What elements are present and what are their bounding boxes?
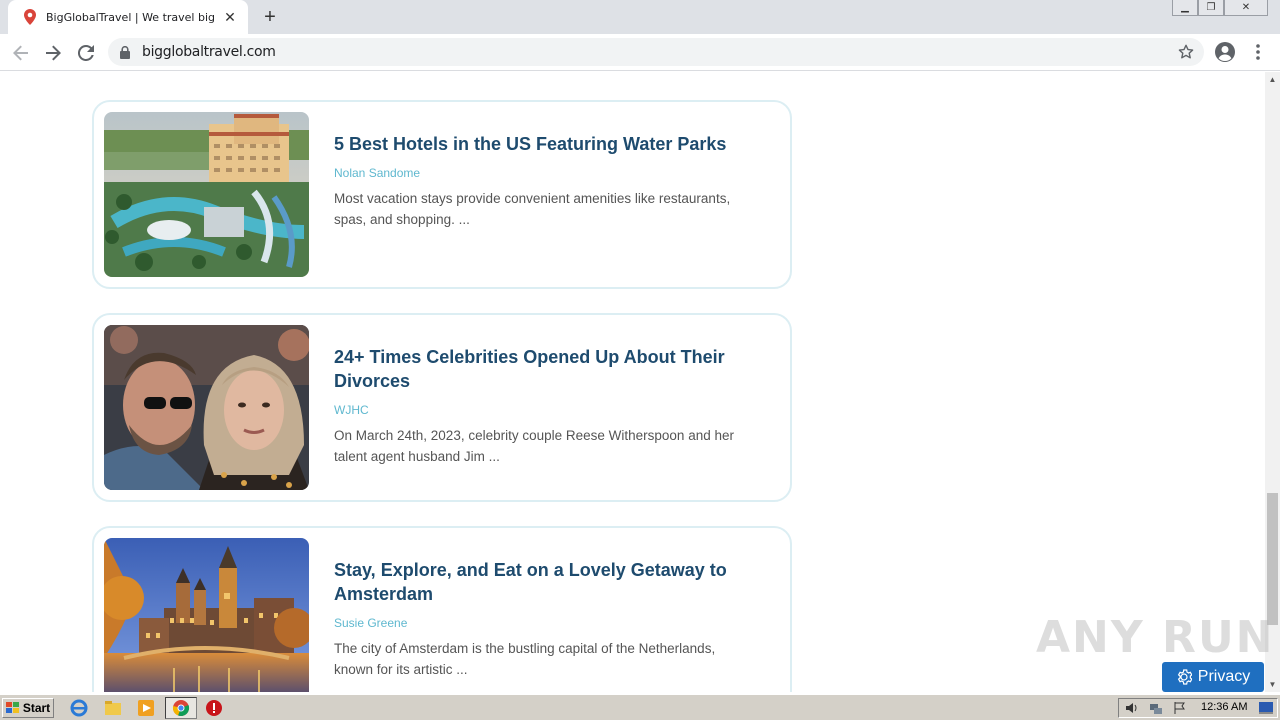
article-excerpt: On March 24th, 2023, celebrity couple Re… bbox=[334, 428, 734, 464]
tab-strip: BigGlobalTravel | We travel big and c ✕ … bbox=[0, 0, 1280, 34]
article-image-celebrities[interactable] bbox=[104, 325, 309, 490]
gear-icon bbox=[1177, 669, 1192, 685]
scroll-down-arrow-icon[interactable]: ▼ bbox=[1265, 677, 1280, 692]
profile-avatar-icon[interactable] bbox=[1214, 41, 1236, 63]
tab-close-icon[interactable]: ✕ bbox=[222, 9, 238, 25]
media-player-icon[interactable] bbox=[137, 699, 155, 717]
vertical-scrollbar[interactable]: ▲ ▼ bbox=[1265, 72, 1280, 692]
address-bar[interactable]: bigglobaltravel.com bbox=[108, 38, 1204, 66]
anyrun-watermark: ANY RUN bbox=[1036, 612, 1275, 663]
chrome-icon bbox=[172, 700, 190, 717]
minimize-button[interactable]: ▁ bbox=[1172, 0, 1198, 16]
window-controls: ▁ ❐ ✕ bbox=[1172, 0, 1268, 16]
browser-toolbar: bigglobaltravel.com bbox=[0, 34, 1280, 71]
scrollbar-thumb[interactable] bbox=[1267, 493, 1278, 625]
browser-menu-icon[interactable] bbox=[1250, 42, 1266, 62]
article-image-waterpark[interactable] bbox=[104, 112, 309, 277]
reload-button[interactable] bbox=[73, 40, 99, 66]
back-arrow-icon bbox=[13, 45, 28, 61]
url-text: bigglobaltravel.com bbox=[142, 44, 276, 60]
article-excerpt: The city of Amsterdam is the bustling ca… bbox=[334, 641, 716, 677]
article-card[interactable]: 5 Best Hotels in the US Featuring Water … bbox=[92, 100, 792, 289]
show-desktop-icon[interactable] bbox=[1259, 702, 1273, 714]
article-image-amsterdam[interactable] bbox=[104, 538, 309, 692]
reload-icon bbox=[78, 45, 94, 61]
privacy-label: Privacy bbox=[1197, 668, 1251, 685]
article-title[interactable]: 5 Best Hotels in the US Featuring Water … bbox=[334, 132, 754, 156]
page-content: 5 Best Hotels in the US Featuring Water … bbox=[0, 72, 1265, 692]
article-title[interactable]: Stay, Explore, and Eat on a Lovely Getaw… bbox=[334, 558, 754, 606]
article-excerpt: Most vacation stays provide convenient a… bbox=[334, 191, 731, 227]
start-button[interactable]: Start bbox=[2, 698, 54, 718]
forward-arrow-icon bbox=[46, 45, 61, 61]
network-icon[interactable] bbox=[1149, 701, 1163, 715]
privacy-button[interactable]: Privacy bbox=[1162, 662, 1264, 692]
browser-tab[interactable]: BigGlobalTravel | We travel big and c ✕ bbox=[8, 0, 248, 34]
article-title[interactable]: 24+ Times Celebrities Opened Up About Th… bbox=[334, 345, 754, 393]
windows-taskbar: Start 12:36 AM bbox=[0, 694, 1280, 720]
article-author[interactable]: WJHC bbox=[334, 403, 369, 417]
flag-icon[interactable] bbox=[1173, 701, 1187, 715]
windows-logo-icon bbox=[5, 702, 19, 713]
stop-sign-icon[interactable] bbox=[205, 699, 223, 717]
article-card[interactable]: Stay, Explore, and Eat on a Lovely Getaw… bbox=[92, 526, 792, 692]
taskbar-clock[interactable]: 12:36 AM bbox=[1201, 701, 1247, 713]
start-label: Start bbox=[22, 701, 51, 715]
lock-icon bbox=[120, 45, 134, 59]
location-pin-icon bbox=[22, 9, 38, 25]
forward-button[interactable] bbox=[40, 40, 66, 66]
article-author[interactable]: Susie Greene bbox=[334, 616, 407, 630]
restore-button[interactable]: ❐ bbox=[1198, 0, 1224, 16]
taskbar-chrome-button[interactable] bbox=[165, 697, 197, 719]
new-tab-button[interactable]: + bbox=[258, 6, 282, 28]
speaker-icon[interactable] bbox=[1125, 701, 1139, 715]
file-explorer-icon[interactable] bbox=[104, 699, 122, 717]
article-card[interactable]: 24+ Times Celebrities Opened Up About Th… bbox=[92, 313, 792, 502]
bookmark-star-icon[interactable] bbox=[1178, 44, 1194, 60]
back-button[interactable] bbox=[8, 40, 34, 66]
tab-title: BigGlobalTravel | We travel big and c bbox=[46, 10, 218, 24]
internet-explorer-icon[interactable] bbox=[70, 699, 88, 717]
window-close-button[interactable]: ✕ bbox=[1224, 0, 1268, 16]
system-tray: 12:36 AM bbox=[1118, 698, 1278, 718]
article-author[interactable]: Nolan Sandome bbox=[334, 166, 420, 180]
scroll-up-arrow-icon[interactable]: ▲ bbox=[1265, 72, 1280, 87]
